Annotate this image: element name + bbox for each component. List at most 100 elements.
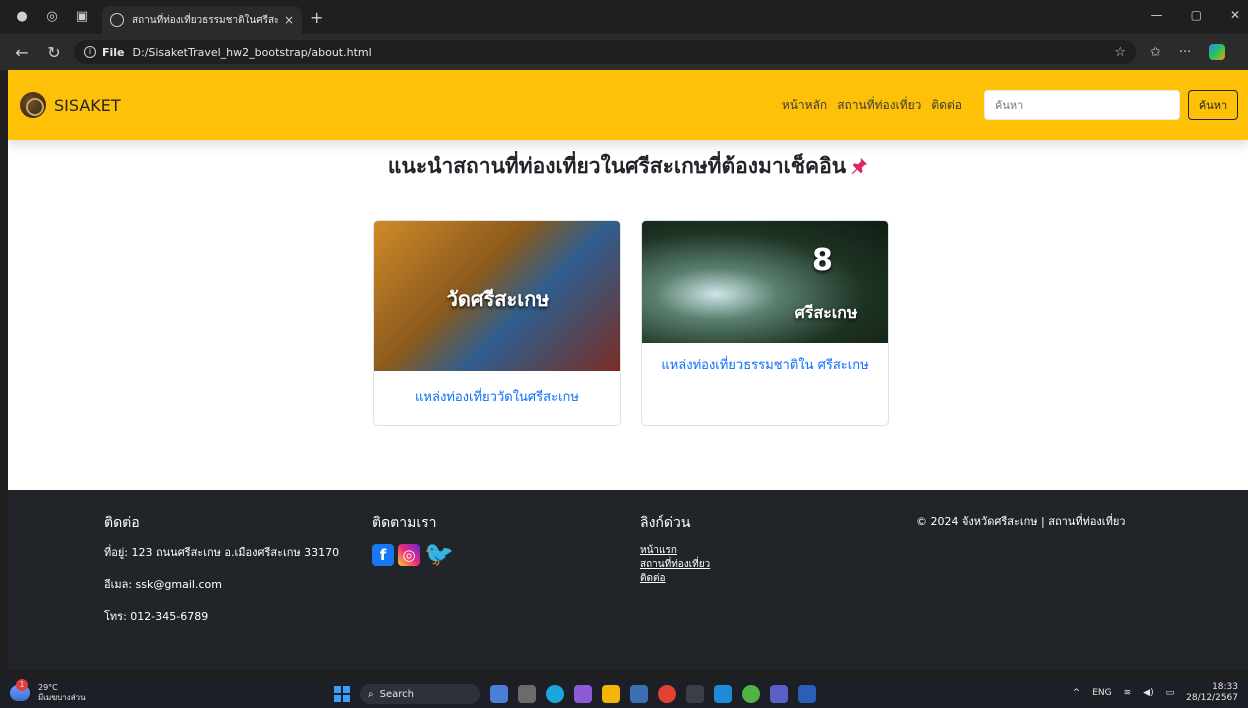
nature-card[interactable]: 8 ศรีสะเกษ แหล่งท่องเที่ยวธรรมชาติใน ศรี… — [641, 220, 889, 426]
globe-icon — [110, 13, 124, 27]
instagram-icon[interactable]: ◎ — [398, 544, 420, 566]
nature-card-title[interactable]: แหล่งท่องเที่ยวธรรมชาติใน ศรีสะเกษ — [660, 357, 870, 375]
site-navbar: SISAKET หน้าหลัก สถานที่ท่องเที่ยว ติดต่… — [8, 70, 1248, 140]
nav-links: หน้าหลัก สถานที่ท่องเที่ยว ติดต่อ — [782, 96, 962, 115]
temple-card[interactable]: วัดศรีสะเกษ แหล่งท่องเที่ยววัดในศรีสะเกษ — [373, 220, 621, 426]
pushpin-icon — [851, 157, 868, 175]
close-window-icon[interactable]: ✕ — [1230, 8, 1240, 22]
footer-contact-heading: ติดต่อ — [104, 515, 140, 531]
brand-name: SISAKET — [54, 95, 121, 115]
wifi-icon[interactable]: ≋ — [1124, 688, 1132, 698]
store-icon[interactable] — [630, 685, 648, 703]
weather-text: 29°C มีเมฆบางส่วน — [38, 683, 86, 703]
url-field[interactable]: i File D:/SisaketTravel_hw2_bootstrap/ab… — [74, 40, 1136, 64]
tab-close-icon[interactable]: × — [284, 13, 294, 27]
footer-follow: ติดตามเรา f ◎ 🐦 — [372, 512, 454, 566]
brand[interactable]: SISAKET — [20, 92, 121, 118]
nature-card-image[interactable]: 8 ศรีสะเกษ — [642, 221, 888, 343]
nav-link-attractions[interactable]: สถานที่ท่องเที่ยว — [837, 96, 921, 115]
weather-icon — [10, 679, 30, 701]
clock-time: 18:33 — [1212, 682, 1238, 692]
maximize-icon[interactable]: ▢ — [1191, 8, 1202, 22]
temple-card-body: แหล่งท่องเที่ยววัดในศรีสะเกษ — [374, 371, 620, 425]
nav-link-contact[interactable]: ติดต่อ — [931, 96, 962, 115]
footer-quick-links: ลิงก์ด่วน หน้าแรก สถานที่ท่องเที่ยว ติดต… — [640, 512, 710, 586]
teams-icon[interactable] — [770, 685, 788, 703]
twitter-icon[interactable]: 🐦 — [424, 542, 454, 566]
temple-card-title[interactable]: แหล่งท่องเที่ยววัดในศรีสะเกษ — [392, 389, 602, 407]
url-text: D:/SisaketTravel_hw2_bootstrap/about.htm… — [132, 45, 372, 59]
page-title: แนะนำสถานที่ท่องเที่ยวในศรีสะเกษที่ต้องม… — [8, 150, 1248, 183]
footer-link-attractions[interactable]: สถานที่ท่องเที่ยว — [640, 558, 710, 572]
edge-browser-icon[interactable] — [546, 685, 564, 703]
minimize-icon[interactable]: — — [1151, 8, 1163, 22]
page-viewport: SISAKET หน้าหลัก สถานที่ท่องเที่ยว ติดต่… — [8, 70, 1248, 670]
workspaces-icon[interactable]: ◎ — [44, 9, 60, 25]
weather-widget[interactable]: 29°C มีเมฆบางส่วน — [10, 679, 86, 703]
clock[interactable]: 18:33 28/12/2567 — [1186, 682, 1238, 704]
taskbar-search-label: Search — [379, 688, 414, 700]
search-input[interactable] — [984, 90, 1180, 120]
copilot-icon[interactable] — [1209, 44, 1226, 60]
task-view-icon[interactable] — [518, 685, 536, 703]
tab-title: สถานที่ท่องเที่ยวธรรมชาติในศรีสะเกษ — [132, 14, 278, 26]
footer-contact: ติดต่อ ที่อยู่: 123 ถนนศรีสะเกษ อ.เมืองศ… — [104, 512, 344, 640]
nature-image-number: 8 — [812, 243, 833, 278]
search-icon: ⌕ — [368, 688, 374, 700]
footer-copyright: © 2024 จังหวัดศรีสะเกษ | สถานที่ท่องเที่… — [916, 515, 1126, 528]
address-bar-row: ← ↻ i File D:/SisaketTravel_hw2_bootstra… — [0, 34, 1248, 70]
social-icons: f ◎ 🐦 — [372, 542, 454, 566]
nature-image-caption: ศรีสะเกษ — [794, 303, 858, 322]
browser-tab[interactable]: สถานที่ท่องเที่ยวธรรมชาติในศรีสะเกษ × — [102, 6, 302, 34]
profile-icon[interactable]: ● — [14, 9, 30, 25]
battery-icon[interactable]: ▭ — [1166, 688, 1175, 698]
nav-link-home[interactable]: หน้าหลัก — [782, 96, 827, 115]
attraction-cards: วัดศรีสะเกษ แหล่งท่องเที่ยววัดในศรีสะเกษ… — [373, 220, 889, 426]
chrome-dev-icon[interactable] — [742, 685, 760, 703]
window-controls: — ▢ ✕ — [1151, 8, 1240, 22]
refresh-icon[interactable]: ↻ — [44, 43, 64, 62]
file-explorer-icon[interactable] — [602, 685, 620, 703]
facebook-icon[interactable]: f — [372, 544, 394, 566]
chevron-up-icon[interactable]: ^ — [1073, 688, 1081, 698]
footer-link-contact[interactable]: ติดต่อ — [640, 572, 710, 586]
more-icon[interactable]: ··· — [1179, 45, 1191, 60]
weather-desc: มีเมฆบางส่วน — [38, 693, 86, 702]
footer-phone: โทร: 012-345-6789 — [104, 610, 209, 623]
favorites-icon[interactable]: ✩ — [1150, 45, 1161, 60]
volume-icon[interactable]: ◀) — [1143, 688, 1153, 698]
tab-actions-icon[interactable]: ▣ — [74, 9, 90, 25]
windows-start-icon[interactable] — [334, 686, 350, 702]
info-icon[interactable]: i — [84, 46, 96, 58]
footer-links-heading: ลิงก์ด่วน — [640, 515, 691, 531]
taskbar-search[interactable]: ⌕ Search — [360, 684, 480, 704]
back-icon[interactable]: ← — [12, 43, 32, 62]
system-tray: ^ ENG ≋ ◀) ▭ 18:33 28/12/2567 — [1073, 682, 1238, 704]
brand-logo-icon — [20, 92, 46, 118]
search-button[interactable]: ค้นหา — [1188, 90, 1238, 120]
language-indicator[interactable]: ENG — [1092, 688, 1111, 698]
word-icon[interactable] — [798, 685, 816, 703]
clock-date: 28/12/2567 — [1186, 693, 1238, 703]
vscode-icon[interactable] — [714, 685, 732, 703]
taskbar-apps: ⌕ Search — [334, 684, 816, 704]
nature-card-body: แหล่งท่องเที่ยวธรรมชาติใน ศรีสะเกษ — [642, 343, 888, 393]
browser-tab-bar: ● ◎ ▣ สถานที่ท่องเที่ยวธรรมชาติในศรีสะเก… — [0, 0, 1248, 34]
footer-email: อีเมล: ssk@gmail.com — [104, 578, 222, 591]
temple-card-image[interactable]: วัดศรีสะเกษ — [374, 221, 620, 371]
footer-address: ที่อยู่: 123 ถนนศรีสะเกษ อ.เมืองศรีสะเกษ… — [104, 546, 340, 559]
new-tab-icon[interactable]: + — [310, 8, 323, 27]
footer-link-home[interactable]: หน้าแรก — [640, 544, 710, 558]
page-title-text: แนะนำสถานที่ท่องเที่ยวในศรีสะเกษที่ต้องม… — [387, 154, 847, 178]
copilot-app-icon[interactable] — [574, 685, 592, 703]
site-footer: ติดต่อ ที่อยู่: 123 ถนนศรีสะเกษ อ.เมืองศ… — [8, 490, 1248, 670]
favorite-star-icon[interactable]: ☆ — [1114, 45, 1126, 60]
os-taskbar: 29°C มีเมฆบางส่วน ⌕ Search ^ ENG ≋ ◀) ▭ … — [0, 678, 1248, 708]
url-scheme: File — [102, 45, 125, 59]
widgets-app-icon[interactable] — [490, 685, 508, 703]
chrome-icon[interactable] — [658, 685, 676, 703]
temple-image-caption: วัดศรีสะเกษ — [446, 287, 550, 311]
terminal-icon[interactable] — [686, 685, 704, 703]
weather-temp: 29°C — [38, 683, 58, 692]
footer-follow-heading: ติดตามเรา — [372, 515, 437, 531]
